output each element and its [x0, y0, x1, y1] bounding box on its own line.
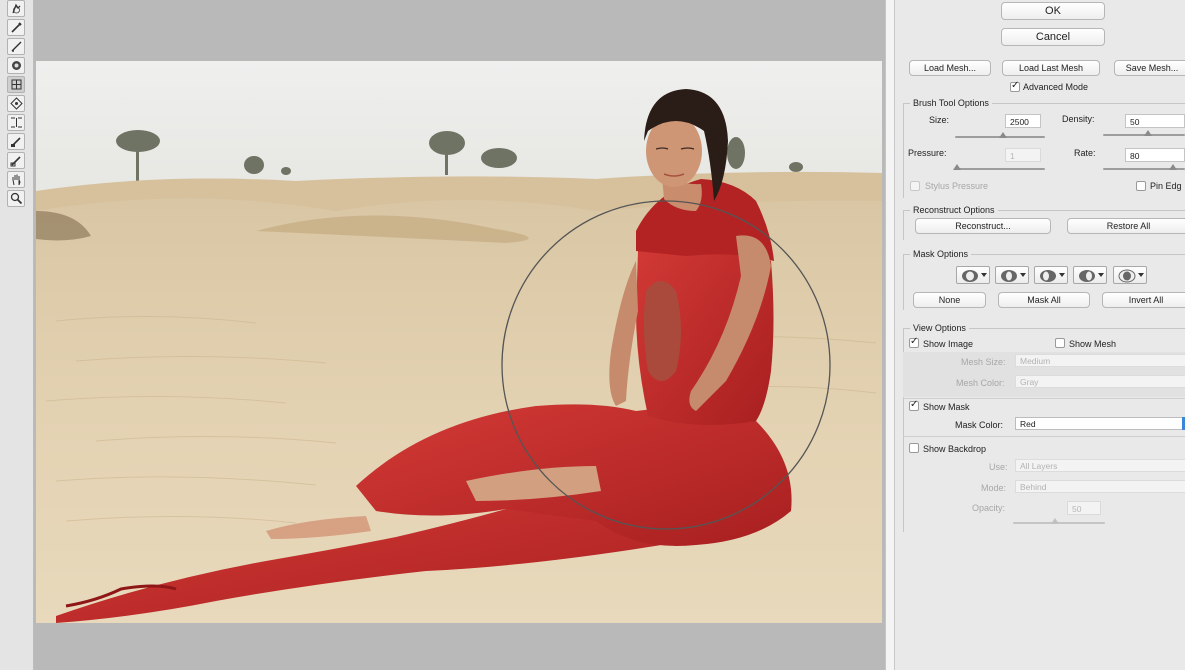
mask-options-title: Mask Options: [910, 249, 972, 259]
pressure-label: Pressure:: [908, 148, 947, 158]
density-field[interactable]: 50: [1125, 114, 1185, 128]
reconstruct-tool-icon[interactable]: [7, 19, 25, 36]
size-field[interactable]: 2500: [1005, 114, 1041, 128]
reconstruct-options-title: Reconstruct Options: [910, 205, 998, 215]
tools-panel: [0, 0, 34, 670]
brush-tool-options-title: Brush Tool Options: [910, 98, 992, 108]
opacity-slider-thumb[interactable]: [1051, 518, 1059, 524]
hand-tool-icon[interactable]: [7, 171, 25, 188]
zoom-tool-icon[interactable]: [7, 190, 25, 207]
mesh-color-label: Mesh Color:: [956, 378, 1005, 388]
mask-color-select[interactable]: Red: [1015, 417, 1185, 430]
rate-label: Rate:: [1074, 148, 1096, 158]
use-select[interactable]: All Layers: [1015, 459, 1185, 472]
forward-warp-tool-icon[interactable]: [7, 0, 25, 17]
opacity-field[interactable]: 50: [1067, 501, 1101, 515]
load-mesh-button[interactable]: Load Mesh...: [909, 60, 991, 76]
invert-selection-icon[interactable]: [1113, 266, 1147, 284]
size-slider-thumb[interactable]: [999, 132, 1007, 138]
view-options-separator: [903, 398, 1185, 399]
density-slider[interactable]: [1103, 130, 1185, 136]
pressure-slider[interactable]: [953, 164, 1045, 170]
show-mask-label: Show Mask: [923, 402, 970, 412]
density-slider-thumb[interactable]: [1144, 130, 1152, 136]
opacity-slider[interactable]: [1013, 518, 1105, 524]
advanced-mode-label: Advanced Mode: [1023, 82, 1089, 92]
pressure-slider-thumb[interactable]: [953, 164, 961, 170]
mask-none-button[interactable]: None: [913, 292, 986, 308]
show-mask-checkbox[interactable]: [909, 399, 919, 411]
pressure-field[interactable]: 1: [1005, 148, 1041, 162]
rate-slider[interactable]: [1103, 164, 1185, 170]
invert-all-button[interactable]: Invert All: [1102, 292, 1185, 308]
ok-button[interactable]: OK: [1001, 2, 1105, 20]
stylus-pressure-label: Stylus Pressure: [925, 181, 989, 191]
mesh-color-select[interactable]: Gray: [1015, 375, 1185, 388]
liquify-options-panel: OK Cancel Load Mesh... Load Last Mesh Sa…: [895, 0, 1185, 670]
replace-selection-icon[interactable]: [956, 266, 990, 284]
add-to-selection-icon[interactable]: [995, 266, 1029, 284]
panel-divider: [885, 0, 895, 670]
show-backdrop-checkbox[interactable]: [909, 443, 919, 453]
show-image-checkbox[interactable]: [909, 336, 919, 348]
advanced-mode-checkbox[interactable]: [1010, 80, 1020, 92]
smooth-tool-icon[interactable]: [7, 38, 25, 55]
show-image-label: Show Image: [923, 339, 974, 349]
density-label: Density:: [1062, 114, 1095, 124]
preview-canvas[interactable]: [34, 0, 885, 670]
thaw-mask-tool-icon[interactable]: [7, 152, 25, 169]
size-slider[interactable]: [955, 132, 1045, 138]
save-mesh-button[interactable]: Save Mesh...: [1114, 60, 1185, 76]
subtract-from-selection-icon[interactable]: [1034, 266, 1068, 284]
bloat-tool-icon[interactable]: [7, 95, 25, 112]
twirl-clockwise-tool-icon[interactable]: [7, 57, 25, 74]
reconstruct-button[interactable]: Reconstruct...: [915, 218, 1051, 234]
show-mesh-checkbox[interactable]: [1055, 338, 1065, 348]
mask-color-label: Mask Color:: [955, 420, 1004, 430]
rate-slider-thumb[interactable]: [1169, 164, 1177, 170]
mode-select[interactable]: Behind: [1015, 480, 1185, 493]
view-options-title: View Options: [910, 323, 969, 333]
pucker-tool-icon[interactable]: [7, 76, 25, 93]
rate-field[interactable]: 80: [1125, 148, 1185, 162]
preview-image[interactable]: [36, 61, 882, 623]
restore-all-button[interactable]: Restore All: [1067, 218, 1185, 234]
pin-edges-label: Pin Edg: [1150, 181, 1182, 191]
freeze-mask-tool-icon[interactable]: [7, 133, 25, 150]
load-last-mesh-button[interactable]: Load Last Mesh: [1002, 60, 1100, 76]
mask-all-button[interactable]: Mask All: [998, 292, 1090, 308]
backdrop-separator: [903, 436, 1185, 437]
size-label: Size:: [929, 115, 950, 125]
mesh-size-select[interactable]: Medium: [1015, 354, 1185, 367]
push-left-tool-icon[interactable]: [7, 114, 25, 131]
show-backdrop-label: Show Backdrop: [923, 444, 987, 454]
mesh-size-label: Mesh Size:: [961, 357, 1006, 367]
show-mesh-label: Show Mesh: [1069, 339, 1117, 349]
stylus-pressure-checkbox[interactable]: [910, 181, 920, 191]
mode-label: Mode:: [981, 483, 1007, 493]
use-label: Use:: [989, 462, 1008, 472]
cancel-button[interactable]: Cancel: [1001, 28, 1105, 46]
opacity-label: Opacity:: [972, 503, 1006, 513]
pin-edges-checkbox[interactable]: [1136, 181, 1146, 191]
intersect-with-selection-icon[interactable]: [1073, 266, 1107, 284]
